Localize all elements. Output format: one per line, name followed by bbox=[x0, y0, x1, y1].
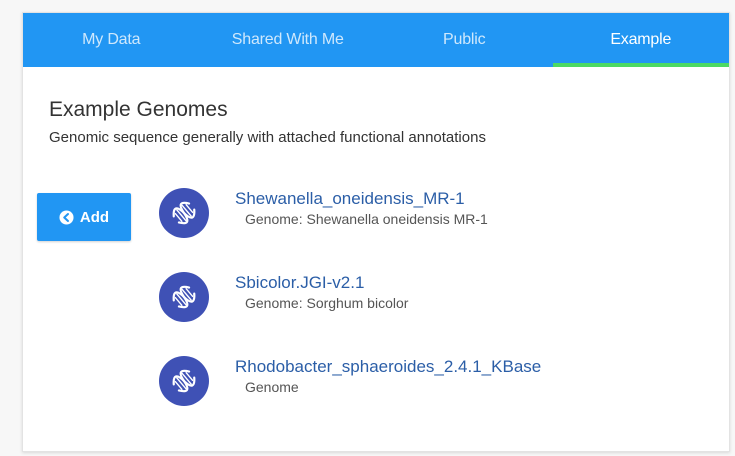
section-description: Genomic sequence generally with attached… bbox=[49, 129, 486, 146]
dna-icon[interactable] bbox=[159, 356, 209, 406]
example-content: Example Genomes Genomic sequence general… bbox=[23, 67, 729, 406]
genome-text: Shewanella_oneidensis_MR-1 Genome: Shewa… bbox=[235, 188, 488, 228]
section-title: Example Genomes bbox=[49, 98, 228, 121]
add-button[interactable]: Add bbox=[37, 193, 131, 241]
genome-text: Rhodobacter_sphaeroides_2.4.1_KBase Geno… bbox=[235, 356, 541, 396]
genome-subtitle: Genome: Sorghum bicolor bbox=[245, 295, 409, 311]
tab-shared-with-me[interactable]: Shared With Me bbox=[200, 13, 377, 67]
example-data-panel: My Data Shared With Me Public Example Ex… bbox=[22, 12, 730, 452]
genome-name-link[interactable]: Shewanella_oneidensis_MR-1 bbox=[235, 188, 488, 210]
genome-list: Shewanella_oneidensis_MR-1 Genome: Shewa… bbox=[159, 182, 541, 434]
genome-name-link[interactable]: Sbicolor.JGI-v2.1 bbox=[235, 272, 408, 294]
genome-text: Sbicolor.JGI-v2.1 Genome: Sorghum bicolo… bbox=[235, 272, 408, 312]
add-button-label: Add bbox=[79, 208, 110, 226]
tab-public[interactable]: Public bbox=[376, 13, 553, 67]
data-source-tabs: My Data Shared With Me Public Example bbox=[23, 13, 729, 67]
genome-name-link[interactable]: Rhodobacter_sphaeroides_2.4.1_KBase bbox=[235, 356, 541, 378]
genome-subtitle: Genome bbox=[245, 379, 299, 395]
chevron-circle-left-icon bbox=[59, 209, 74, 225]
tab-my-data[interactable]: My Data bbox=[23, 13, 200, 67]
genome-subtitle: Genome: Shewanella oneidensis MR-1 bbox=[245, 211, 488, 227]
list-item: Shewanella_oneidensis_MR-1 Genome: Shewa… bbox=[159, 182, 541, 244]
list-item: Rhodobacter_sphaeroides_2.4.1_KBase Geno… bbox=[159, 350, 541, 412]
list-item: Sbicolor.JGI-v2.1 Genome: Sorghum bicolo… bbox=[159, 266, 541, 328]
dna-icon[interactable] bbox=[159, 188, 209, 238]
tab-example[interactable]: Example bbox=[552, 13, 730, 67]
dna-icon[interactable] bbox=[159, 272, 209, 322]
